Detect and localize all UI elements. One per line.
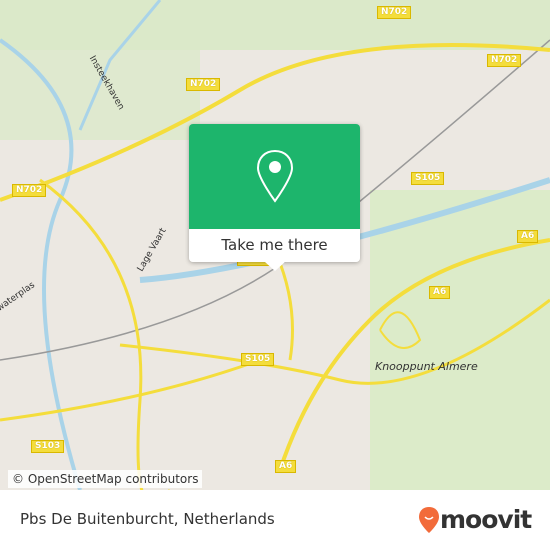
road-shield: A6 xyxy=(275,460,297,473)
attribution[interactable]: © OpenStreetMap contributors xyxy=(8,470,203,488)
road-shield: S105 xyxy=(241,353,275,366)
directions-popup[interactable]: Take me there xyxy=(189,124,360,262)
moovit-logo[interactable]: moovit xyxy=(418,505,532,534)
popup-pointer xyxy=(265,262,285,271)
place-name: Pbs De Buitenburcht, Netherlands xyxy=(20,510,275,528)
road-shield: S105 xyxy=(411,172,445,185)
road-shield: S103 xyxy=(31,440,65,453)
take-me-there-button[interactable]: Take me there xyxy=(189,229,360,262)
place-label: Knooppunt Almere xyxy=(375,360,478,373)
road-shield: A6 xyxy=(517,230,539,243)
map-pin-icon xyxy=(256,149,293,203)
road-shield: N702 xyxy=(487,54,522,67)
road-shield: A6 xyxy=(429,286,451,299)
road-shield: N702 xyxy=(186,78,221,91)
road-shield: N702 xyxy=(377,6,412,19)
brand-name: moovit xyxy=(440,505,532,534)
moovit-pin-icon xyxy=(419,506,439,533)
road-shield: N702 xyxy=(12,184,47,197)
